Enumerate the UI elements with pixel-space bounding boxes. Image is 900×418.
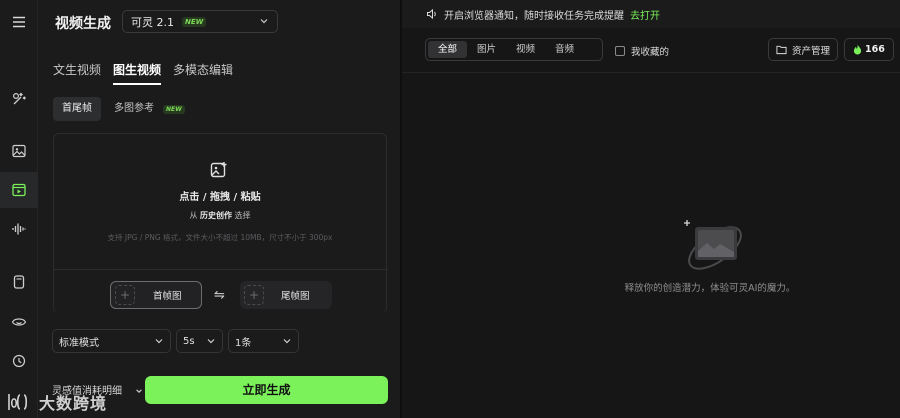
folder-icon	[776, 45, 787, 55]
plus-icon: +	[244, 285, 264, 305]
last-frame-label: 尾帧图	[281, 291, 310, 302]
chevron-down-icon	[260, 19, 268, 24]
eye-icon	[11, 318, 27, 326]
sub-tabs: 首尾帧 多图参考 NEW	[53, 97, 185, 121]
credit-balance: 166	[865, 44, 885, 55]
filter-all[interactable]: 全部	[428, 41, 468, 58]
tab-multimodal-edit[interactable]: 多模态编辑	[173, 61, 233, 85]
tab-text-to-video[interactable]: 文生视频	[53, 61, 101, 85]
count-select[interactable]: 1条	[228, 329, 299, 353]
image-upload-icon	[210, 162, 227, 178]
subtab-multi-image-ref[interactable]: 多图参考	[105, 97, 163, 121]
favorites-label: 我收藏的	[631, 47, 670, 58]
menu-button[interactable]	[0, 4, 38, 40]
chevron-down-icon[interactable]	[135, 387, 143, 395]
chevron-down-icon	[283, 339, 291, 344]
upload-hint: 支持 JPG / PNG 格式，文件大小不超过 10MB，尺寸不小于 300px	[107, 233, 333, 242]
watermark-text: 大数跨境	[39, 394, 108, 413]
filter-images[interactable]: 图片	[467, 41, 506, 58]
first-frame-label: 首帧图	[153, 291, 182, 302]
watermark: 大数跨境	[5, 390, 107, 414]
notification-text: 开启浏览器通知，随时接收任务完成提醒	[444, 10, 624, 22]
filter-videos[interactable]: 视频	[506, 41, 545, 58]
chevron-down-icon	[207, 339, 215, 344]
credit-balance-button[interactable]: 166	[844, 38, 894, 61]
checkbox[interactable]	[615, 46, 625, 56]
model-new-badge: NEW	[182, 16, 207, 27]
rail-audio[interactable]	[0, 211, 38, 247]
canvas-icon	[13, 275, 25, 289]
divider	[402, 72, 900, 73]
first-frame-slot[interactable]: + 首帧图	[110, 281, 202, 309]
asset-management-button[interactable]: 资产管理	[768, 38, 838, 61]
watermark-logo-icon	[8, 394, 28, 410]
left-rail	[0, 0, 38, 418]
swap-icon[interactable]: ⇋	[214, 288, 225, 303]
speaker-icon	[427, 8, 436, 20]
notification-bar: 开启浏览器通知，随时接收任务完成提醒 去打开	[402, 0, 900, 28]
upload-instructions: 点击 / 拖拽 / 粘贴	[179, 192, 261, 203]
model-select[interactable]: 可灵 2.1 NEW	[122, 10, 278, 33]
rail-video[interactable]	[0, 172, 38, 208]
filter-audio[interactable]: 音频	[545, 41, 584, 58]
clock-icon	[12, 354, 26, 368]
history-link[interactable]: 历史创作	[200, 211, 232, 220]
magic-brush-icon	[12, 92, 27, 105]
divider	[54, 269, 388, 270]
favorites-checkbox[interactable]: 我收藏的	[615, 44, 669, 58]
upload-from-history: 从 历史创作 选择	[189, 211, 251, 220]
filter-tabs: 全部 图片 视频 音频	[425, 38, 603, 61]
flame-icon	[853, 44, 862, 55]
generation-panel: 视频生成 可灵 2.1 NEW 文生视频 图生视频 多模态编辑 首尾帧 多图参考…	[38, 0, 400, 418]
upload-area[interactable]: 点击 / 拖拽 / 粘贴 从 历史创作 选择 支持 JPG / PNG 格式，文…	[53, 133, 388, 313]
tab-image-to-video[interactable]: 图生视频	[113, 61, 162, 85]
subtab-first-last-frame[interactable]: 首尾帧	[53, 97, 101, 121]
hamburger-icon	[13, 16, 25, 28]
duration-select[interactable]: 5s	[176, 329, 223, 353]
video-icon	[12, 183, 26, 197]
mode-select[interactable]: 标准模式	[52, 329, 171, 353]
rail-history[interactable]	[0, 343, 38, 379]
rail-canvas[interactable]	[0, 264, 38, 300]
multi-image-new-badge: NEW	[163, 104, 185, 114]
image-icon	[12, 144, 26, 158]
model-name: 可灵 2.1	[131, 15, 174, 29]
generate-button[interactable]: 立即生成	[145, 376, 388, 404]
mode-tabs: 文生视频 图生视频 多模态编辑	[53, 61, 233, 85]
page-title: 视频生成	[55, 16, 111, 32]
enable-notification-link[interactable]: 去打开	[630, 7, 660, 22]
empty-state-message: 释放你的创造潜力，体验可灵AI的魔力。	[624, 283, 796, 294]
empty-state-illustration	[684, 220, 742, 270]
last-frame-slot[interactable]: + 尾帧图	[240, 281, 332, 309]
sound-wave-icon	[12, 223, 26, 235]
asset-gallery: 全部 图片 视频 音频 我收藏的 资产管理 166 释放你的创造潜力，体验可灵A…	[402, 28, 900, 418]
rail-explore[interactable]	[0, 304, 38, 340]
plus-icon: +	[115, 285, 135, 305]
rail-image[interactable]	[0, 133, 38, 169]
chevron-down-icon	[155, 339, 163, 344]
rail-inspiration[interactable]	[0, 81, 38, 117]
